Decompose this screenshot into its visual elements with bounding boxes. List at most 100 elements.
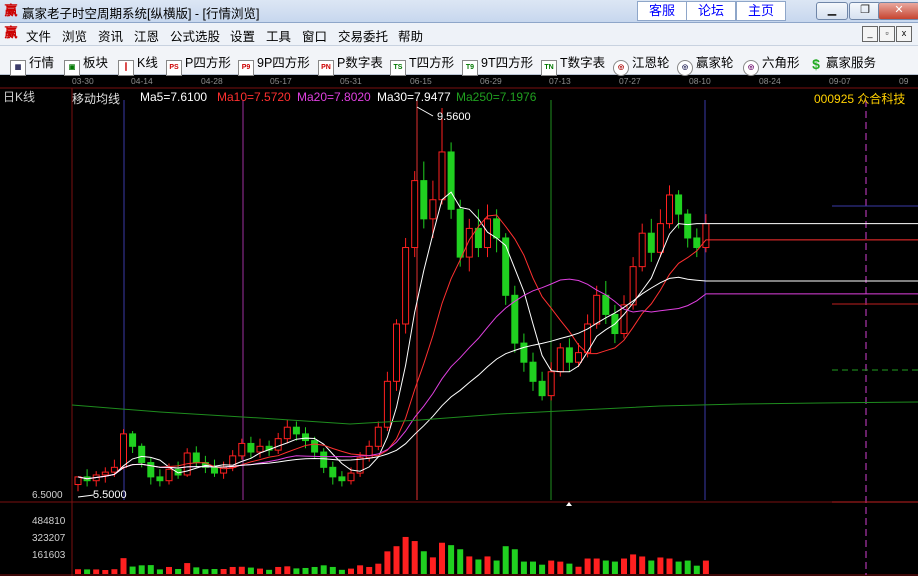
candle-body [211, 466, 218, 474]
candle-body [420, 180, 428, 220]
kline-chart[interactable] [0, 0, 918, 576]
candle-body [402, 247, 410, 325]
ma250-label: Ma250=7.1976 [456, 90, 537, 104]
volume-bar [566, 563, 573, 574]
candle-body [411, 180, 419, 249]
candle-body [538, 380, 546, 397]
volume-bar [666, 558, 673, 574]
candle-body [302, 433, 309, 442]
price-axis-low: 6.5000 [32, 490, 63, 501]
candle-body [547, 371, 555, 397]
candle-body [666, 194, 673, 225]
ma5-label: Ma5=7.6100 [140, 90, 208, 104]
volume-bar [593, 558, 600, 574]
volume-bar [202, 569, 209, 574]
volume-bar [229, 566, 236, 574]
volume-bar [457, 549, 464, 574]
indicator-name: 移动均线 [72, 92, 121, 106]
volume-bar [439, 542, 445, 574]
candle-body [465, 227, 473, 258]
volume-bar [184, 563, 191, 574]
candle-body [256, 445, 264, 453]
volume-bar [138, 565, 145, 574]
candle-body [575, 352, 582, 363]
volume-bar [448, 545, 455, 574]
volume-axis-high: 484810 [32, 516, 66, 527]
volume-bar [466, 556, 473, 574]
candle-body [238, 442, 246, 457]
candle-body [474, 227, 482, 249]
candle-body [156, 476, 164, 482]
ma10-label: Ma10=7.5720 [217, 90, 291, 104]
volume-bar [266, 569, 273, 574]
ma20-line [77, 278, 918, 480]
volume-bar [575, 566, 582, 574]
candle-body [147, 462, 155, 478]
ma30-line [77, 276, 918, 480]
volume-bar [102, 570, 109, 574]
volume-axis-low: 161603 [32, 550, 66, 561]
candle-body [192, 452, 200, 464]
volume-bar [602, 560, 609, 574]
volume-bar [539, 564, 546, 574]
volume-bar [639, 556, 646, 574]
candle-body [638, 232, 646, 268]
volume-bar [320, 565, 327, 574]
volume-bar [630, 554, 637, 574]
candle-body [493, 218, 501, 239]
candle-body [383, 380, 391, 428]
candle-body [675, 194, 683, 215]
candle-body [374, 426, 382, 447]
volume-bar [384, 551, 391, 574]
candle-body [429, 199, 437, 220]
volume-bar [120, 558, 127, 574]
low-marker [77, 494, 95, 498]
candle-body [565, 347, 573, 363]
volume-bar [684, 560, 691, 574]
volume-bar [702, 560, 709, 574]
volume-bar [502, 546, 509, 574]
volume-bar [348, 568, 354, 574]
volume-bar [411, 541, 418, 574]
candle-body [393, 323, 400, 382]
volume-bar [657, 557, 664, 574]
volume-bar [420, 551, 427, 574]
volume-bar [530, 561, 536, 574]
volume-bar [611, 561, 618, 574]
ma30-label: Ma30=7.9477 [377, 90, 451, 104]
volume-bar [311, 566, 318, 574]
candle-body [656, 223, 664, 253]
volume-bar [293, 568, 300, 574]
volume-bar [338, 569, 345, 574]
ma10-line [77, 214, 918, 480]
candle-body [320, 451, 328, 468]
volume-bar [648, 560, 655, 574]
volume-bar [247, 567, 254, 574]
cursor-marker [566, 502, 572, 506]
volume-bar [357, 565, 364, 574]
volume-bar [211, 569, 218, 574]
volume-bar [511, 549, 518, 574]
volume-bar [475, 559, 482, 574]
candle-body [120, 433, 127, 468]
volume-bar [375, 563, 382, 574]
high-price-label: 9.5600 [437, 111, 471, 123]
candle-body [292, 426, 300, 435]
high-marker [416, 106, 434, 117]
candle-body [447, 151, 455, 210]
volume-bar [329, 566, 336, 574]
volume-bar [75, 569, 81, 574]
volume-bar [111, 569, 118, 574]
candle-body [338, 476, 346, 482]
volume-bar [93, 569, 100, 574]
volume-bar [675, 561, 682, 574]
volume-bar [548, 560, 555, 574]
candle-body [138, 445, 146, 464]
volume-bar [147, 565, 154, 574]
candle-body [74, 476, 82, 486]
candle-body [101, 471, 109, 476]
candle-body [529, 361, 537, 382]
volume-bar [175, 569, 182, 574]
volume-bar [257, 568, 263, 574]
ma20-label: Ma20=7.8020 [297, 90, 371, 104]
